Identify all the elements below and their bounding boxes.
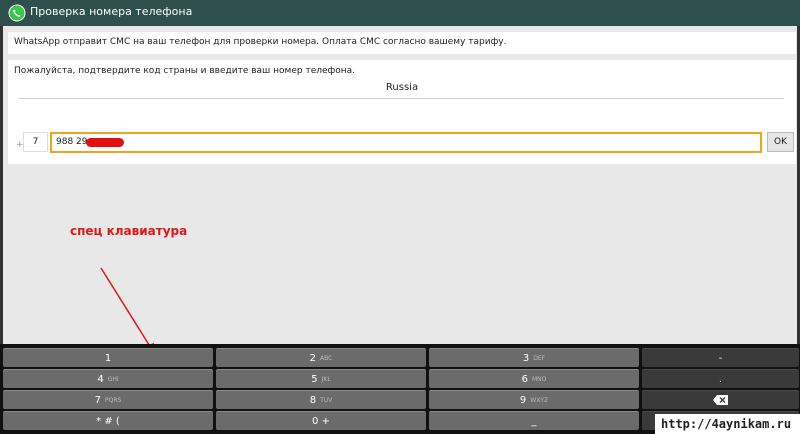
key-label: 1 — [104, 352, 112, 364]
key-label: 3 — [522, 352, 530, 364]
key-label: * # ( — [96, 415, 120, 427]
key-5[interactable]: 5 JKL — [216, 369, 426, 388]
key-label: 6 — [521, 373, 528, 385]
key-label: 2 — [309, 352, 317, 364]
key-dot[interactable]: . — [642, 369, 799, 388]
key-letters: ABC — [320, 354, 333, 362]
country-selector[interactable]: Russia — [8, 82, 796, 93]
key-label: . — [718, 373, 723, 385]
ok-button[interactable]: OK — [767, 132, 794, 152]
key-symbols[interactable]: * # ( — [3, 411, 213, 430]
sms-info-text: WhatsApp отправит СМС на ваш телефон для… — [14, 37, 507, 47]
key-0[interactable]: 0 + — [216, 411, 426, 430]
phone-form: Пожалуйста, подтвердите код страны и вве… — [8, 60, 796, 164]
key-label: 5 — [311, 373, 318, 385]
key-label: 4 — [97, 373, 104, 385]
key-3[interactable]: 3 DEF — [429, 348, 639, 367]
page-title: Проверка номера телефона — [30, 5, 193, 18]
key-letters: WXYZ — [530, 396, 549, 404]
key-8[interactable]: 8 TUV — [216, 390, 426, 409]
key-letters: TUV — [320, 396, 333, 404]
key-space[interactable]: _ — [429, 411, 639, 430]
country-code-input[interactable]: 7 — [23, 132, 48, 152]
watermark: http://4aynikam.ru — [655, 414, 800, 434]
backspace-key[interactable] — [642, 390, 799, 409]
key-label: 0 + — [312, 415, 330, 427]
key-letters: PQRS — [105, 396, 122, 404]
key-letters: GHI — [107, 375, 119, 383]
country-divider — [18, 98, 784, 99]
key-9[interactable]: 9 WXYZ — [429, 390, 639, 409]
key-1[interactable]: 1 — [3, 348, 213, 367]
verification-page: WhatsApp отправит СМС на ваш телефон для… — [0, 26, 800, 354]
key-label: 8 — [309, 394, 317, 406]
key-label: 9 — [519, 394, 527, 406]
key-letters: DEF — [533, 354, 546, 362]
phone-number-input[interactable]: 988 29 — [50, 132, 762, 153]
key-minus[interactable]: - — [642, 348, 799, 367]
info-banner: WhatsApp отправит СМС на ваш телефон для… — [8, 32, 796, 54]
phone-number-value: 988 29 — [56, 137, 88, 147]
title-bar: Проверка номера телефона — [0, 0, 800, 26]
key-2[interactable]: 2 ABC — [216, 348, 426, 367]
prompt-text: Пожалуйста, подтвердите код страны и вве… — [14, 66, 355, 76]
redaction-scribble — [86, 138, 124, 147]
key-label: - — [718, 352, 723, 364]
key-label: 7 — [94, 394, 102, 406]
whatsapp-icon — [8, 4, 26, 22]
key-6[interactable]: 6 MNO — [429, 369, 639, 388]
key-letters: MNO — [531, 375, 547, 383]
annotation-label: спец клавиатура — [70, 224, 188, 238]
key-4[interactable]: 4 GHI — [3, 369, 213, 388]
key-7[interactable]: 7 PQRS — [3, 390, 213, 409]
key-label: _ — [531, 415, 537, 427]
backspace-icon — [712, 395, 728, 405]
key-letters: JKL — [321, 375, 331, 383]
